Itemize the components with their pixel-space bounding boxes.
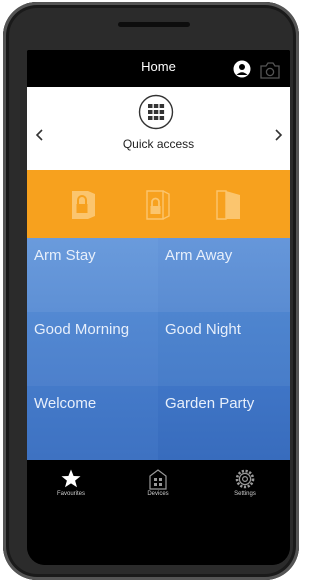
lock-partial-icon[interactable]	[142, 188, 174, 222]
chevron-right-icon[interactable]	[271, 128, 285, 142]
scene-arm-stay[interactable]: Arm Stay	[27, 238, 158, 312]
bottom-nav: Favourites Devices Settings	[27, 460, 290, 565]
gear-icon	[235, 469, 255, 489]
phone-speaker	[118, 22, 190, 27]
scene-good-night[interactable]: Good Night	[158, 312, 290, 386]
nav-devices-label: Devices	[147, 491, 169, 497]
scene-grid: Arm Stay Arm Away Good Morning Good Nigh…	[27, 238, 290, 460]
scene-good-morning[interactable]: Good Morning	[27, 312, 158, 386]
user-icon[interactable]	[233, 60, 251, 78]
top-bar: Home	[27, 50, 290, 87]
devices-icon	[149, 469, 167, 490]
nav-favourites-label: Favourites	[56, 491, 85, 497]
scene-welcome[interactable]: Welcome	[27, 386, 158, 460]
lock-actions-band	[27, 170, 290, 238]
nav-favourites[interactable]: Favourites	[41, 468, 101, 497]
camera-icon[interactable]	[259, 60, 281, 80]
quick-access-label: Quick access	[122, 137, 195, 151]
nav-settings[interactable]: Settings	[215, 468, 275, 497]
lock-open-icon[interactable]	[213, 188, 245, 222]
nav-devices[interactable]: Devices	[128, 468, 188, 497]
nav-settings-label: Settings	[234, 491, 256, 497]
phone-frame: Home Quick access Arm Stay Arm Away Good…	[3, 2, 299, 580]
scene-garden-party[interactable]: Garden Party	[158, 386, 290, 460]
lock-closed-icon[interactable]	[69, 188, 101, 222]
star-icon	[61, 469, 81, 488]
app-screen: Home Quick access Arm Stay Arm Away Good…	[27, 50, 290, 565]
quick-access-header: Quick access	[27, 87, 290, 170]
grid-menu-icon[interactable]	[138, 94, 174, 130]
scene-arm-away[interactable]: Arm Away	[158, 238, 290, 312]
chevron-left-icon[interactable]	[33, 128, 47, 142]
